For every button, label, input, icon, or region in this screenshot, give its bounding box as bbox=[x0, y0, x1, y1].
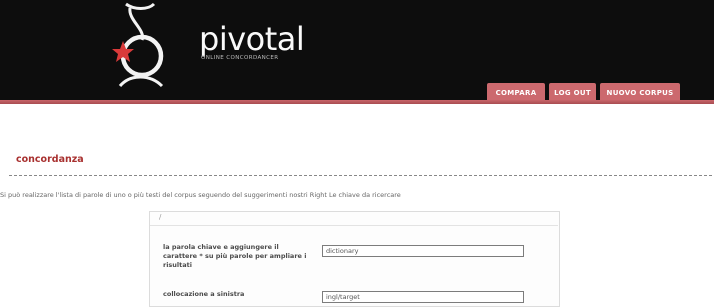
header-bar: pivotal online concordancer COMPARA LOG … bbox=[0, 0, 714, 102]
left-collocation-input[interactable] bbox=[322, 291, 524, 303]
keyword-input[interactable] bbox=[322, 245, 524, 257]
keyword-field-label: la parola chiave e aggiungere il caratte… bbox=[163, 243, 307, 269]
title-divider bbox=[9, 175, 712, 176]
panel-divider bbox=[150, 225, 558, 226]
left-collocation-label: collocazione a sinistra bbox=[163, 290, 245, 298]
page-title: concordanza bbox=[16, 154, 84, 165]
logo-subtitle: online concordancer bbox=[201, 55, 279, 61]
instruction-text: Si può realizzare l'lista di parole di u… bbox=[0, 191, 401, 199]
logo-wordmark: pivotal bbox=[199, 20, 305, 58]
header-accent-line bbox=[0, 100, 714, 104]
logo-delta-icon bbox=[112, 2, 164, 88]
panel-tick: / bbox=[159, 213, 162, 221]
